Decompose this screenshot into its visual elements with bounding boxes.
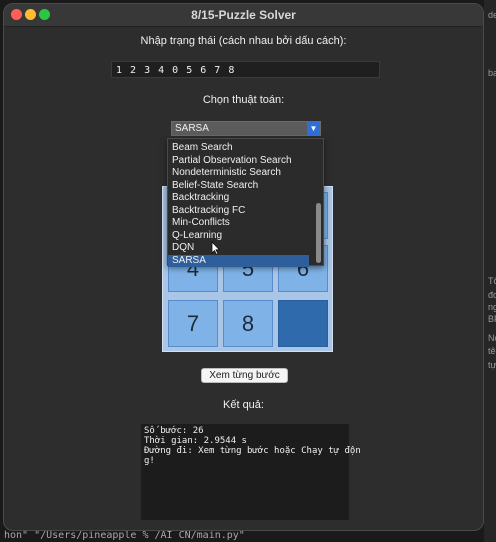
dropdown-option[interactable]: Partial Observation Search xyxy=(168,155,309,168)
background-terminal-line: hon" "/Users/pineapple % /AI CN/main.py" xyxy=(4,530,245,541)
algorithm-dropdown: Beam Search Partial Observation Search N… xyxy=(167,138,324,267)
step-by-step-button[interactable]: Xem từng bước xyxy=(201,368,288,383)
background-text-fragment: Tô xyxy=(488,276,496,286)
background-text-fragment: tê xyxy=(488,346,496,356)
background-text-fragment: Nó xyxy=(488,333,496,343)
dropdown-option[interactable]: Belief-State Search xyxy=(168,180,309,193)
background-text-fragment: de xyxy=(488,10,496,20)
dropdown-option[interactable]: Backtracking FC xyxy=(168,205,309,218)
dropdown-option-selected[interactable]: SARSA xyxy=(168,254,309,267)
chevron-down-icon[interactable]: ▼ xyxy=(307,122,320,135)
background-text-fragment: ng xyxy=(488,302,496,312)
background-text-fragment: BF xyxy=(488,314,496,324)
algorithm-label: Chọn thuật toán: xyxy=(202,94,285,106)
dropdown-option[interactable]: Beam Search xyxy=(168,142,309,155)
background-editor xyxy=(484,0,496,542)
result-line: g! xyxy=(144,456,155,466)
dropdown-option[interactable]: Min-Conflicts xyxy=(168,217,309,230)
titlebar: 8/15-Puzzle Solver xyxy=(4,4,483,27)
state-input[interactable]: 1 2 3 4 0 5 6 7 8 xyxy=(111,61,380,78)
puzzle-tile[interactable]: 8 xyxy=(223,300,273,347)
dropdown-option[interactable]: Backtracking xyxy=(168,192,309,205)
algorithm-select[interactable]: SARSA ▼ xyxy=(171,121,321,136)
background-text-fragment: tự xyxy=(488,360,496,370)
dropdown-scrollbar[interactable] xyxy=(316,203,321,263)
result-line: Số bước: 26 xyxy=(144,426,204,436)
result-line: Đường đi: Xem từng bước hoặc Chạy tự độn xyxy=(144,446,361,456)
result-label: Kết quả: xyxy=(223,399,264,411)
background-text-fragment: ba xyxy=(488,68,496,78)
dropdown-option[interactable]: Nondeterministic Search xyxy=(168,167,309,180)
result-line: Thời gian: 2.9544 s xyxy=(144,436,247,446)
dropdown-option[interactable]: Q-Learning xyxy=(168,230,309,243)
window-title: 8/15-Puzzle Solver xyxy=(191,8,296,22)
puzzle-tile[interactable]: 7 xyxy=(168,300,218,347)
algorithm-select-value: SARSA xyxy=(175,123,209,134)
puzzle-tile-blank[interactable] xyxy=(278,300,328,347)
mouse-pointer-icon xyxy=(211,241,221,255)
background-text-fragment: đo xyxy=(488,290,496,300)
state-label: Nhập trạng thái (cách nhau bởi dấu cách)… xyxy=(140,35,347,47)
result-output: Số bước: 26 Thời gian: 2.9544 s Đường đi… xyxy=(141,424,361,520)
app-window: 8/15-Puzzle Solver Nhập trạng thái (cách… xyxy=(3,3,484,531)
dropdown-option[interactable]: DQN xyxy=(168,242,309,255)
